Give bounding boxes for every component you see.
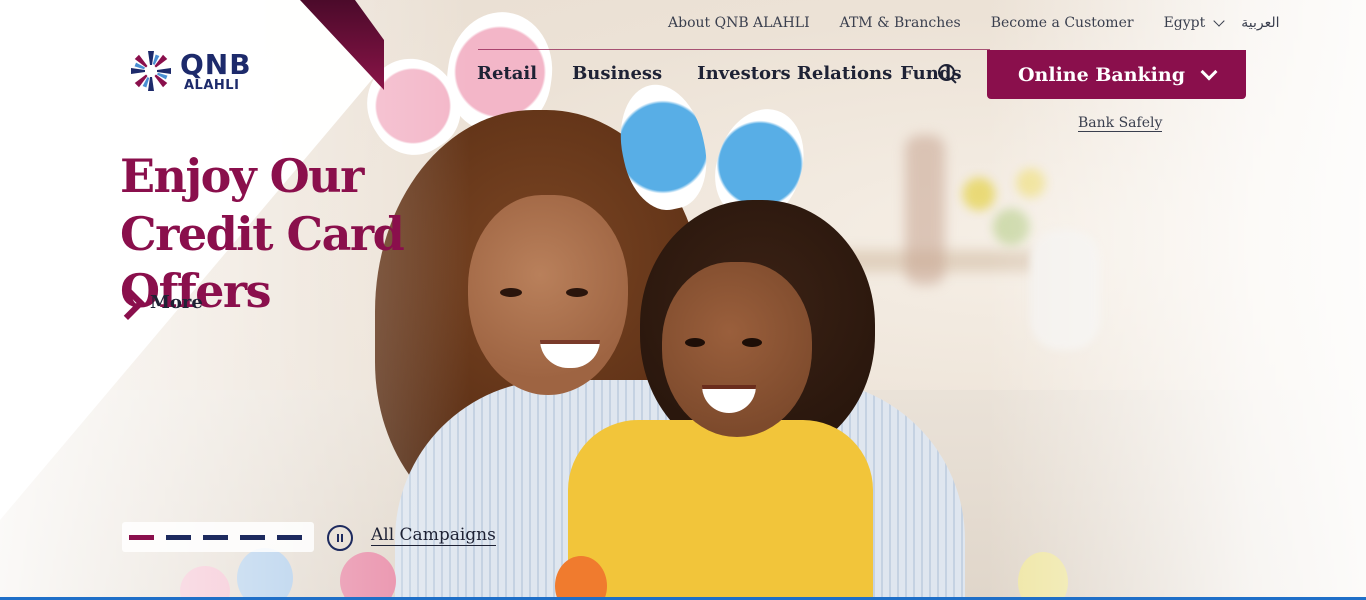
country-selector[interactable]: Egypt — [1163, 15, 1225, 31]
utility-nav: About QNB ALAHLI ATM & Branches Become a… — [668, 15, 1280, 31]
qnb-logo[interactable]: QNB ALAHLI — [128, 48, 252, 94]
woman-eye — [500, 288, 522, 297]
country-label: Egypt — [1163, 15, 1206, 31]
child-eye — [742, 338, 762, 347]
background-bottle — [905, 135, 945, 285]
logo-wordmark: QNB — [180, 47, 252, 81]
nav-investors-relations[interactable]: Investors Relations — [697, 63, 892, 84]
slider-dot[interactable] — [240, 534, 265, 540]
link-atm-branches[interactable]: ATM & Branches — [840, 15, 961, 31]
nav-business[interactable]: Business — [572, 63, 662, 84]
online-banking-label: Online Banking — [1018, 63, 1185, 86]
slider-dot[interactable] — [166, 534, 191, 540]
more-label: More — [150, 291, 203, 313]
link-about[interactable]: About QNB ALAHLI — [668, 15, 810, 31]
slider-pagination — [122, 522, 314, 552]
main-nav: Retail Business Investors Relations Fund… — [477, 63, 997, 84]
nav-retail[interactable]: Retail — [477, 63, 537, 84]
chevron-down-icon — [1200, 63, 1218, 80]
child-shirt — [568, 420, 873, 600]
child-eye — [685, 338, 705, 347]
search-icon[interactable] — [937, 63, 957, 84]
woman-eye — [566, 288, 588, 297]
slider-dot[interactable] — [203, 534, 228, 540]
online-banking-button[interactable]: Online Banking — [987, 50, 1246, 99]
language-switch[interactable]: العربية — [1241, 15, 1279, 31]
more-link[interactable]: More — [122, 284, 203, 320]
nav-divider — [478, 49, 990, 50]
all-campaigns-link[interactable]: All Campaigns — [371, 525, 496, 546]
chevron-right-icon — [122, 284, 142, 320]
link-become-customer[interactable]: Become a Customer — [991, 15, 1134, 31]
qnb-logo-icon — [128, 48, 174, 94]
chevron-down-icon — [1213, 15, 1225, 27]
slider-dot[interactable] — [277, 534, 302, 540]
pause-icon[interactable] — [327, 525, 353, 551]
bank-safely-link[interactable]: Bank Safely — [1078, 115, 1163, 132]
slider-dot[interactable] — [129, 534, 154, 540]
logo-subtitle: ALAHLI — [184, 77, 240, 93]
